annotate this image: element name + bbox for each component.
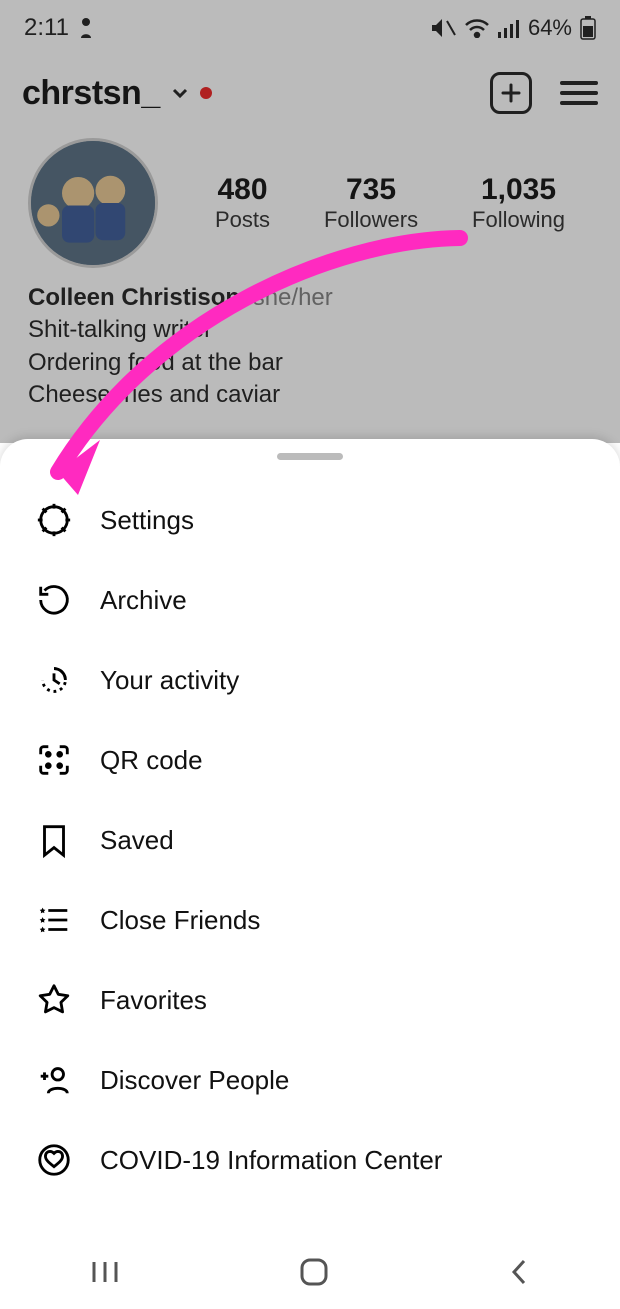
menu-qr-code[interactable]: QR code: [0, 720, 620, 800]
menu-item-label: Settings: [100, 505, 194, 536]
mute-icon: [430, 17, 456, 39]
status-bar: 2:11 64%: [0, 0, 620, 50]
menu-item-label: COVID-19 Information Center: [100, 1145, 442, 1176]
avatar[interactable]: [28, 138, 158, 268]
nav-back-button[interactable]: [506, 1257, 532, 1292]
menu-your-activity[interactable]: Your activity: [0, 640, 620, 720]
qr-icon: [34, 740, 74, 780]
status-time: 2:11: [24, 14, 69, 42]
bio-line: Shit-talking writer: [28, 314, 592, 346]
archive-icon: [34, 580, 74, 620]
stat-posts-label: Posts: [215, 207, 270, 233]
stat-posts[interactable]: 480 Posts: [215, 173, 270, 233]
menu-item-label: Saved: [100, 825, 174, 856]
bio-line: Ordering food at the bar: [28, 347, 592, 379]
nav-recent-button[interactable]: [88, 1259, 122, 1290]
menu-close-friends[interactable]: Close Friends: [0, 880, 620, 960]
nav-home-button[interactable]: [298, 1256, 330, 1293]
options-bottom-sheet: Settings Archive Your activity QR code S: [0, 439, 620, 1309]
heart-circle-icon: [34, 1140, 74, 1180]
activity-icon: [34, 660, 74, 700]
username: chrstsn_: [22, 74, 160, 113]
menu-button[interactable]: [560, 75, 598, 111]
close-friends-icon: [34, 900, 74, 940]
discover-people-icon: [34, 1060, 74, 1100]
android-navbar: [0, 1239, 620, 1309]
battery-percent: 64%: [528, 15, 572, 41]
stat-posts-count: 480: [215, 173, 270, 207]
star-icon: [34, 980, 74, 1020]
menu-item-label: Your activity: [100, 665, 239, 696]
account-switcher[interactable]: chrstsn_: [22, 74, 472, 113]
stat-followers[interactable]: 735 Followers: [324, 173, 418, 233]
profile-header: chrstsn_: [0, 50, 620, 114]
stat-following[interactable]: 1,035 Following: [472, 173, 565, 233]
stat-followers-label: Followers: [324, 207, 418, 233]
profile-stats-row: 480 Posts 735 Followers 1,035 Following: [0, 114, 620, 268]
menu-discover-people[interactable]: Discover People: [0, 1040, 620, 1120]
menu-item-label: Favorites: [100, 985, 207, 1016]
menu-item-label: QR code: [100, 745, 203, 776]
profile-bio: Colleen Christison she/her Shit-talking …: [0, 268, 620, 412]
bookmark-icon: [34, 820, 74, 860]
stat-following-count: 1,035: [472, 173, 565, 207]
stat-following-label: Following: [472, 207, 565, 233]
menu-favorites[interactable]: Favorites: [0, 960, 620, 1040]
gear-icon: [34, 500, 74, 540]
wifi-icon: [464, 18, 490, 38]
battery-icon: [580, 16, 596, 40]
menu-saved[interactable]: Saved: [0, 800, 620, 880]
notification-dot: [200, 87, 212, 99]
menu-settings[interactable]: Settings: [0, 480, 620, 560]
display-name: Colleen Christison: [28, 284, 240, 311]
chevron-down-icon: [170, 83, 190, 103]
menu-archive[interactable]: Archive: [0, 560, 620, 640]
create-post-button[interactable]: [490, 72, 532, 114]
menu-item-label: Archive: [100, 585, 187, 616]
pronouns: she/her: [253, 284, 333, 311]
activity-status-icon: [77, 17, 95, 39]
menu-item-label: Close Friends: [100, 905, 260, 936]
sheet-grabber[interactable]: [277, 453, 343, 460]
stat-followers-count: 735: [324, 173, 418, 207]
signal-icon: [498, 18, 520, 38]
bio-line: Cheese fries and caviar: [28, 379, 592, 411]
menu-item-label: Discover People: [100, 1065, 289, 1096]
menu-covid-info[interactable]: COVID-19 Information Center: [0, 1120, 620, 1200]
